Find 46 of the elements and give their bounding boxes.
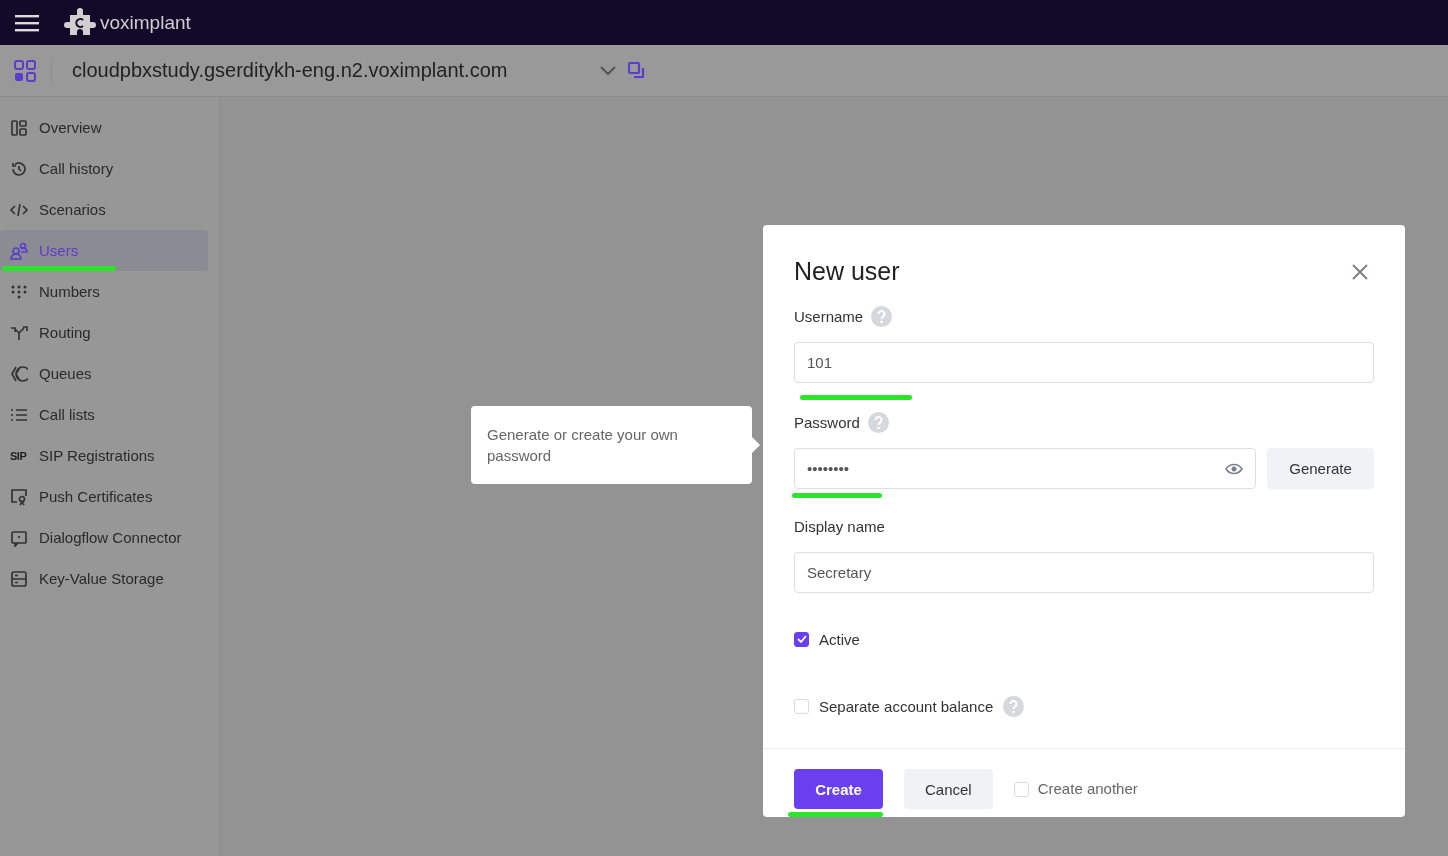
help-icon[interactable]	[867, 411, 889, 433]
sidebar-item[interactable]: Routing	[0, 312, 208, 353]
input-field[interactable]: Secretary	[794, 552, 1374, 593]
help-icon[interactable]	[1003, 695, 1025, 717]
checkbox[interactable]	[794, 631, 809, 647]
sidebar-item[interactable]: Overview	[0, 107, 208, 148]
tooltip-text: Generate or create your own password	[487, 425, 679, 466]
checkbox-label: Create another	[1037, 780, 1138, 797]
dialog-title: New user	[794, 257, 900, 286]
nav-icon	[10, 118, 28, 137]
close-icon[interactable]	[1352, 263, 1368, 280]
field-label: Password	[794, 413, 860, 431]
input-field[interactable]: 101	[794, 342, 1374, 383]
sidebar-item[interactable]: SIP SIP Registrations	[0, 435, 208, 476]
eye-icon[interactable]	[1225, 462, 1243, 475]
sip-icon: SIP	[10, 449, 28, 462]
generate-button[interactable]: Generate	[1267, 448, 1374, 489]
sidebar-item[interactable]: Numbers	[0, 271, 208, 312]
copy-icon[interactable]	[628, 62, 645, 79]
apps-grid-icon[interactable]	[14, 59, 36, 82]
brand-name[interactable]: voximplant	[100, 11, 191, 34]
checkbox-label: Separate account balance	[819, 697, 994, 715]
nav-icon	[10, 323, 28, 342]
application-name: cloudpbxstudy.gserditykh-eng.n2.voximplant.com	[72, 59, 509, 82]
nav-icon	[10, 487, 28, 506]
sidebar-item[interactable]: Call lists	[0, 394, 208, 435]
nav-icon	[10, 528, 28, 547]
menu-icon[interactable]	[15, 13, 39, 32]
nav-icon	[10, 364, 28, 383]
sidebar-item[interactable]: Dialogflow Connector	[0, 517, 208, 558]
sidebar-item[interactable]: Push Certificates	[0, 476, 208, 517]
sidebar-item[interactable]: Key-Value Storage	[0, 558, 208, 599]
cancel-button[interactable]: Cancel	[904, 769, 993, 809]
nav-icon	[10, 159, 28, 178]
field-label: Username	[794, 307, 864, 325]
field-label: Display name	[794, 517, 885, 535]
sidebar-item[interactable]: Scenarios	[0, 189, 208, 230]
nav-icon	[10, 241, 28, 260]
sidebar-item[interactable]: Queues	[0, 353, 208, 394]
nav-icon	[10, 569, 28, 588]
create-button[interactable]: Create	[794, 769, 883, 809]
checkbox-label: Active	[819, 630, 860, 648]
sidebar-item[interactable]: Call history	[0, 148, 208, 189]
chevron-down-icon[interactable]	[600, 65, 616, 76]
password-field[interactable]: ••••••••	[794, 448, 1256, 489]
help-icon[interactable]	[871, 305, 893, 327]
